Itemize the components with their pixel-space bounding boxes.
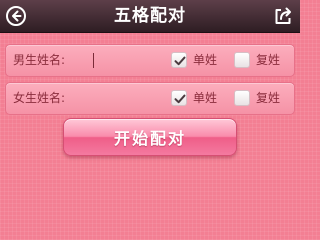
female-name-row: 女生姓名: 单姓 复姓: [5, 82, 295, 115]
checkmark-icon: [174, 56, 186, 66]
male-name-input[interactable]: [87, 51, 169, 70]
share-export-icon: [275, 7, 291, 24]
male-name-row: 男生姓名: 单姓 复姓: [5, 44, 295, 77]
top-bar: 五格配对: [0, 0, 300, 33]
start-match-button[interactable]: 开始配对: [63, 118, 237, 156]
share-button[interactable]: [272, 5, 294, 27]
male-single-surname-checkbox[interactable]: [171, 52, 187, 68]
female-compound-surname-label: 复姓: [256, 91, 281, 105]
female-compound-surname-checkbox[interactable]: [234, 90, 250, 106]
female-single-surname-checkbox[interactable]: [171, 90, 187, 106]
female-name-input[interactable]: [87, 89, 169, 108]
text-cursor: [93, 53, 94, 68]
page-title: 五格配对: [114, 6, 186, 26]
back-button[interactable]: [5, 5, 27, 27]
checkmark-icon: [174, 94, 186, 104]
back-arrow-circle-icon: [6, 6, 26, 26]
female-single-surname-label: 单姓: [193, 91, 218, 105]
female-name-label: 女生姓名:: [13, 91, 66, 105]
male-compound-surname-checkbox[interactable]: [234, 52, 250, 68]
male-compound-surname-label: 复姓: [256, 53, 281, 67]
male-name-label: 男生姓名:: [13, 53, 66, 67]
male-single-surname-label: 单姓: [193, 53, 218, 67]
